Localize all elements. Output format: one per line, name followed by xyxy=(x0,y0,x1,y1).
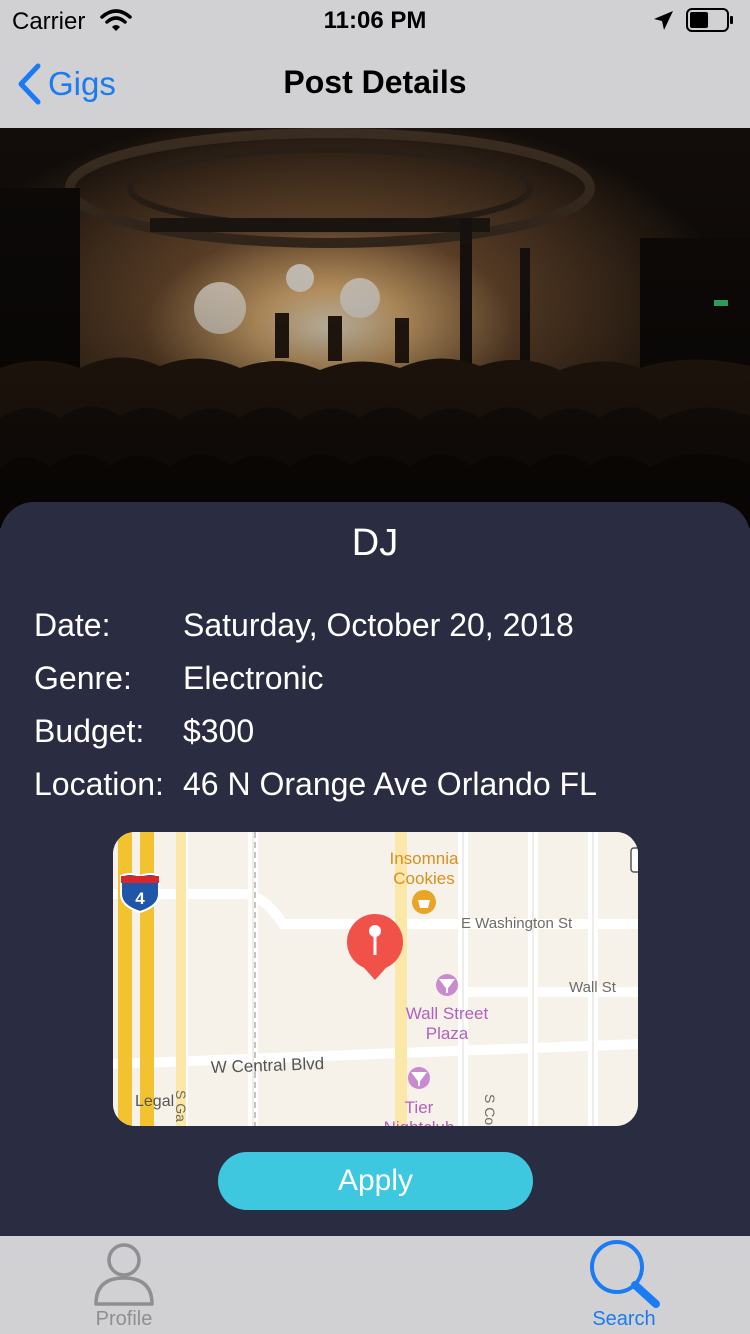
location-arrow-icon xyxy=(654,11,673,30)
apply-button[interactable]: Apply xyxy=(218,1152,533,1210)
page-title: Post Details xyxy=(283,64,467,100)
detail-row-location: Location: 46 N Orange Ave Orlando FL xyxy=(34,766,597,803)
map-info-button[interactable] xyxy=(630,847,638,873)
tab-label: Search xyxy=(592,1308,656,1330)
tab-profile[interactable]: Profile xyxy=(24,1236,224,1334)
interstate-shield-icon: 4 xyxy=(120,873,160,914)
detail-value: Electronic xyxy=(183,660,324,696)
detail-row-genre: Genre: Electronic xyxy=(34,660,324,697)
status-bar: Carrier 11:06 PM xyxy=(0,0,750,40)
detail-label: Genre: xyxy=(34,660,132,696)
street-label: Wall St xyxy=(569,979,617,996)
navigation-bar: Gigs Post Details xyxy=(0,40,750,128)
street-label: W Central Blvd xyxy=(210,1054,324,1077)
street-label: E Washington St xyxy=(461,915,573,932)
detail-row-budget: Budget: $300 xyxy=(34,713,254,750)
detail-value: 46 N Orange Ave Orlando FL xyxy=(183,766,597,802)
search-icon xyxy=(590,1240,660,1308)
poi-label: Tier xyxy=(405,1098,434,1117)
location-map[interactable]: 4 Insomnia Cookies E Washington St Wall … xyxy=(113,832,638,1126)
poi-label: Insomnia xyxy=(390,849,460,868)
detail-label: Budget: xyxy=(34,713,145,749)
street-label: S Co xyxy=(482,1094,498,1125)
poi-label: Nightclub xyxy=(384,1118,455,1126)
street-label: S Ga xyxy=(173,1090,189,1122)
poi-label: Plaza xyxy=(426,1024,469,1043)
tab-bar: Profile Search xyxy=(0,1236,750,1334)
detail-label: Date: xyxy=(34,607,111,643)
tab-label: Profile xyxy=(95,1308,153,1330)
detail-row-date: Date: Saturday, October 20, 2018 xyxy=(34,607,574,644)
detail-value: $300 xyxy=(183,713,255,749)
concert-crowd-image xyxy=(0,128,750,528)
post-title: DJ xyxy=(351,522,399,564)
map-legal-link[interactable]: Legal xyxy=(135,1093,174,1110)
clock: 11:06 PM xyxy=(323,7,427,34)
poi-label: Wall Street xyxy=(406,1004,489,1023)
person-icon xyxy=(94,1243,154,1306)
battery-icon xyxy=(686,8,733,32)
detail-value: Saturday, October 20, 2018 xyxy=(183,607,574,643)
poi-label: Cookies xyxy=(393,869,454,888)
post-details-card: DJ Date: Saturday, October 20, 2018 Genr… xyxy=(0,502,750,1236)
tab-search[interactable]: Search xyxy=(524,1236,724,1334)
event-photo xyxy=(0,128,750,528)
interstate-number: 4 xyxy=(135,889,145,908)
detail-label: Location: xyxy=(34,766,164,802)
